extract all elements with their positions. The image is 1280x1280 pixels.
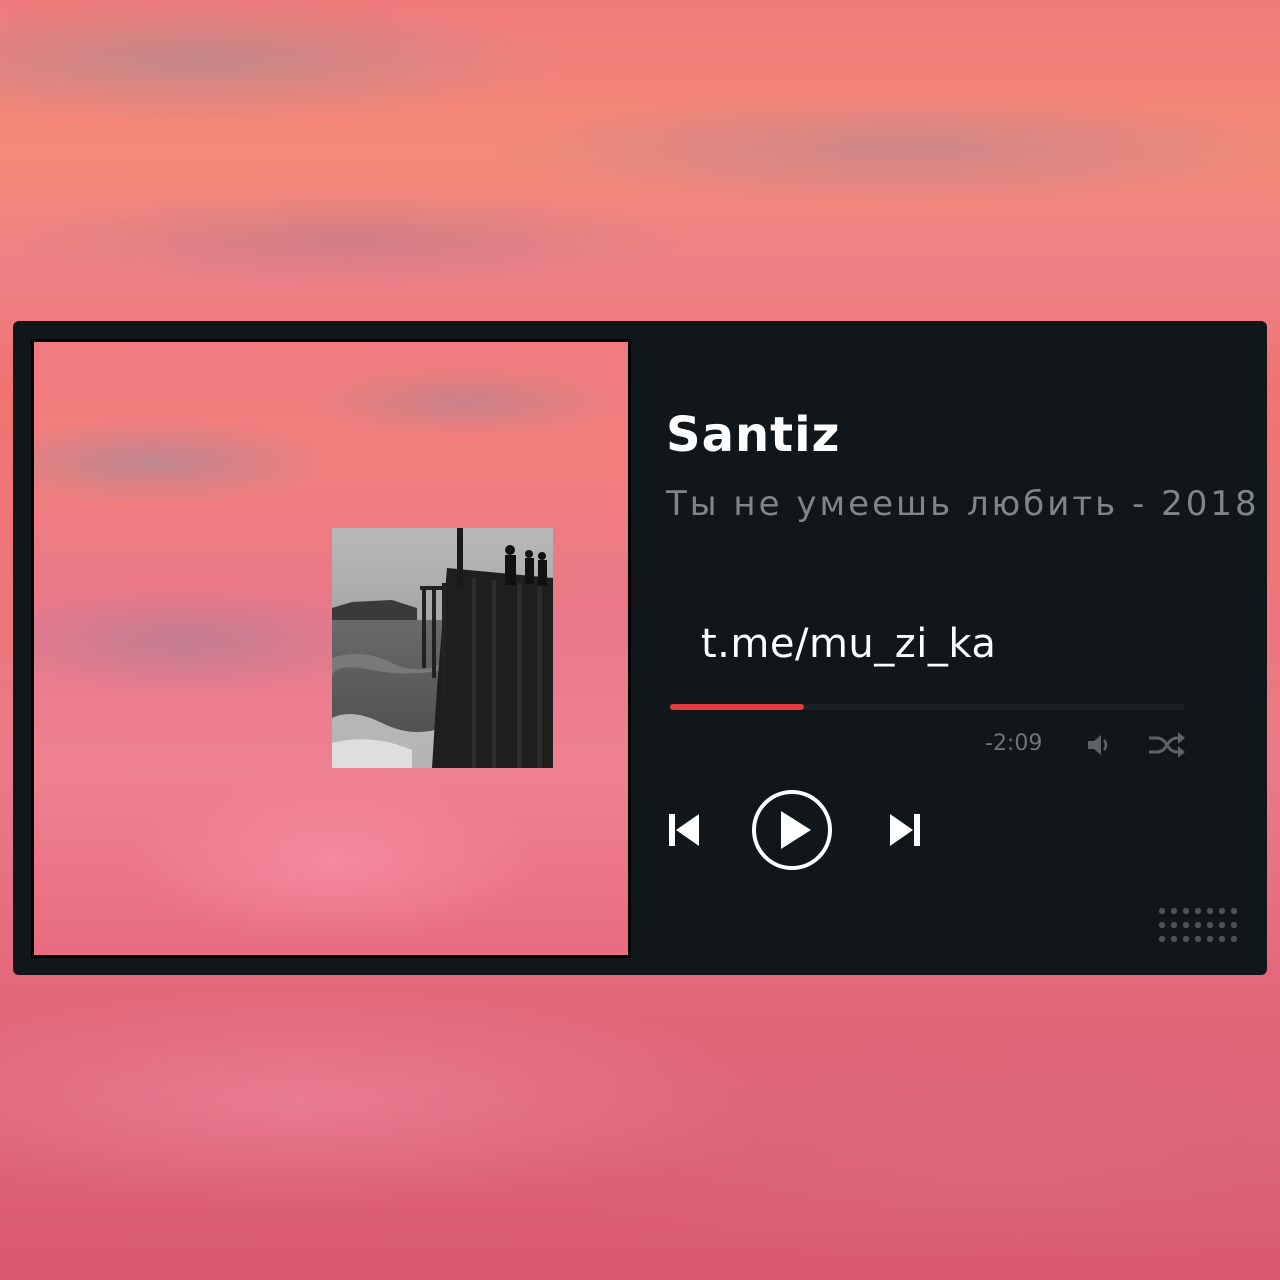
shuffle-icon[interactable] bbox=[1147, 731, 1187, 759]
skip-previous-icon[interactable] bbox=[668, 812, 700, 848]
progress-fill bbox=[670, 704, 804, 710]
album-photo bbox=[332, 528, 553, 768]
dots-grid-icon[interactable] bbox=[1157, 906, 1237, 944]
channel-link[interactable]: t.me/mu_zi_ka bbox=[701, 621, 996, 667]
play-icon[interactable] bbox=[751, 789, 833, 871]
track-subtitle: Ты не умеешь любить - 2018 bbox=[666, 484, 1260, 524]
volume-icon[interactable] bbox=[1085, 731, 1113, 759]
pier-photo-image bbox=[332, 528, 553, 768]
remaining-time: -2:09 bbox=[985, 731, 1043, 756]
skip-next-icon[interactable] bbox=[889, 812, 921, 848]
album-art bbox=[31, 339, 631, 958]
track-artist: Santiz bbox=[666, 407, 841, 463]
progress-bar[interactable] bbox=[670, 704, 1185, 710]
music-player-card: Santiz Ты не умеешь любить - 2018 t.me/m… bbox=[13, 321, 1267, 975]
background-sky: Santiz Ты не умеешь любить - 2018 t.me/m… bbox=[0, 0, 1280, 1280]
